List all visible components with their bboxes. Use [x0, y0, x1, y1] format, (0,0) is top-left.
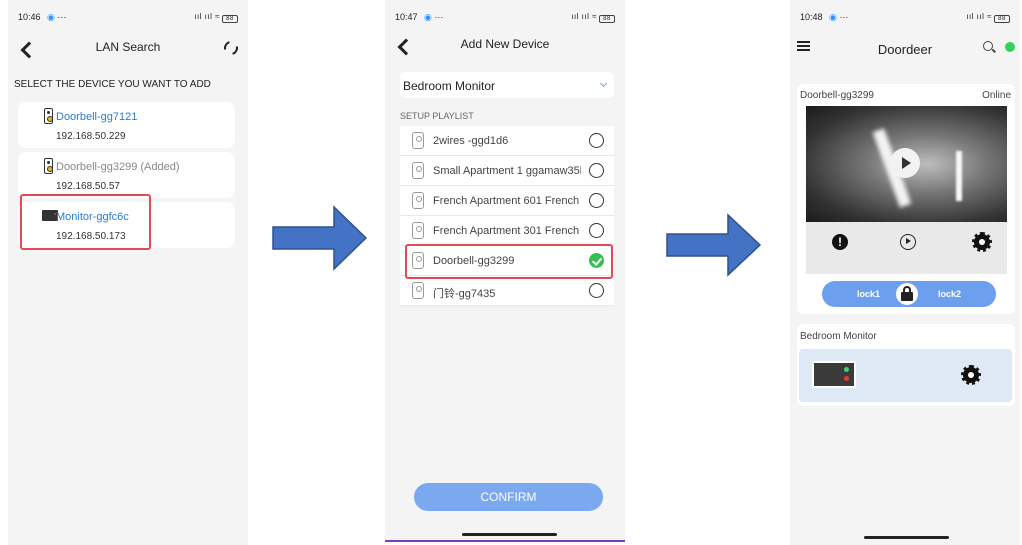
device-ip: 192.168.50.229	[56, 131, 126, 142]
arrow-right-icon	[666, 213, 762, 277]
gear-icon[interactable]	[972, 232, 992, 252]
doorbell-icon	[44, 158, 53, 174]
home-indicator	[864, 536, 949, 539]
video-preview[interactable]	[806, 106, 1007, 222]
gear-icon[interactable]	[961, 365, 981, 385]
chevron-down-icon	[599, 79, 608, 88]
monitor-card: Bedroom Monitor	[797, 324, 1015, 406]
lock-control[interactable]: lock1 lock2	[822, 281, 996, 307]
doorbell-icon	[412, 222, 424, 239]
monitor-panel[interactable]	[799, 349, 1012, 402]
device-card[interactable]: Doorbell-gg7121 192.168.50.229	[18, 102, 235, 148]
search-icon[interactable]	[983, 41, 993, 51]
lock-icon[interactable]	[896, 283, 918, 305]
radio-button[interactable]	[589, 133, 604, 148]
home-screen: 10:48 ◉ ··· ııl ııl ≈88 Doordeer Doorbell…	[790, 0, 1020, 545]
device-name: Doorbell-gg7121	[56, 111, 138, 123]
nav-bar: LAN Search	[8, 38, 248, 64]
playlist-item-name: 门铃-gg7435	[433, 288, 496, 300]
device-card[interactable]: Doorbell-gg3299 (Added) 192.168.50.57	[18, 152, 235, 198]
nav-bar: Add New Device	[385, 37, 625, 61]
playlist-item[interactable]: French Apartment 601 French A	[400, 186, 614, 216]
status-time: 10:48	[800, 12, 823, 22]
page-title: LAN Search	[95, 40, 161, 54]
section-label: SETUP PLAYLIST	[400, 111, 474, 121]
monitor-name: Bedroom Monitor	[800, 331, 877, 342]
signal-wifi-battery-icons: ııl ııl ≈88	[194, 12, 238, 23]
lan-search-screen: 10:46 ◉ ··· ııl ııl ≈88 LAN Search SELECT…	[8, 0, 248, 545]
camera-panel: !	[806, 106, 1007, 274]
doorbell-icon	[44, 108, 53, 124]
highlight-box	[405, 244, 613, 279]
status-dot-icon	[1005, 42, 1015, 52]
radio-button[interactable]	[589, 223, 604, 238]
doorbell-icon	[412, 192, 424, 209]
lock1-label[interactable]: lock1	[857, 289, 880, 299]
doorbell-icon	[412, 162, 424, 179]
device-ip: 192.168.50.57	[56, 181, 120, 192]
alert-icon[interactable]: !	[832, 234, 848, 250]
playlist-item[interactable]: 2wires -ggd1d6	[400, 126, 614, 156]
playlist-item-name: Small Apartment 1 ggamaw35b	[433, 165, 581, 177]
replay-icon[interactable]	[900, 234, 916, 250]
device-select[interactable]: Bedroom Monitor	[400, 72, 614, 98]
camera-card: Doorbell-gg3299 Online ! lock1 lock2	[797, 84, 1015, 314]
home-indicator	[462, 533, 557, 536]
status-bar: 10:48 ◉ ··· ııl ııl ≈88	[800, 12, 1010, 26]
arrow-right-icon	[272, 205, 368, 271]
radio-button[interactable]	[589, 283, 604, 298]
status-bar: 10:46 ◉ ··· ııl ııl ≈88	[18, 12, 238, 26]
confirm-button[interactable]: CONFIRM	[414, 483, 603, 511]
playlist-item[interactable]: Small Apartment 1 ggamaw35b	[400, 156, 614, 186]
radio-button[interactable]	[589, 193, 604, 208]
lock2-label[interactable]: lock2	[938, 289, 961, 299]
radio-button[interactable]	[589, 163, 604, 178]
doorbell-icon	[412, 282, 424, 299]
playlist-item-name: French Apartment 601 French A	[433, 195, 581, 207]
playlist-item[interactable]: French Apartment 301 French A	[400, 216, 614, 246]
doorbell-icon	[412, 132, 424, 149]
page-title: Add New Device	[460, 37, 550, 51]
signal-wifi-battery-icons: ııl ııl ≈88	[571, 12, 615, 23]
camera-name: Doorbell-gg3299	[800, 90, 874, 101]
play-icon[interactable]	[890, 148, 920, 178]
status-time: 10:46	[18, 12, 41, 22]
camera-status: Online	[982, 90, 1011, 101]
status-bar: 10:47 ◉ ··· ııl ııl ≈88	[395, 12, 615, 26]
playlist-item-name: French Apartment 301 French A	[433, 225, 581, 237]
selected-device: Bedroom Monitor	[403, 79, 496, 93]
status-time: 10:47	[395, 12, 418, 22]
playlist-item[interactable]: 门铃-gg7435	[400, 276, 614, 306]
device-name: Doorbell-gg3299 (Added)	[56, 161, 180, 173]
section-label: SELECT THE DEVICE YOU WANT TO ADD	[14, 79, 211, 90]
highlight-box	[20, 194, 151, 250]
signal-wifi-battery-icons: ııl ııl ≈88	[966, 12, 1010, 23]
monitor-icon	[812, 361, 856, 388]
playlist: 2wires -ggd1d6 Small Apartment 1 ggamaw3…	[400, 126, 614, 306]
add-device-screen: 10:47 ◉ ··· ııl ııl ≈88 Add New Device Be…	[385, 0, 625, 542]
playlist-item-name: 2wires -ggd1d6	[433, 135, 509, 147]
